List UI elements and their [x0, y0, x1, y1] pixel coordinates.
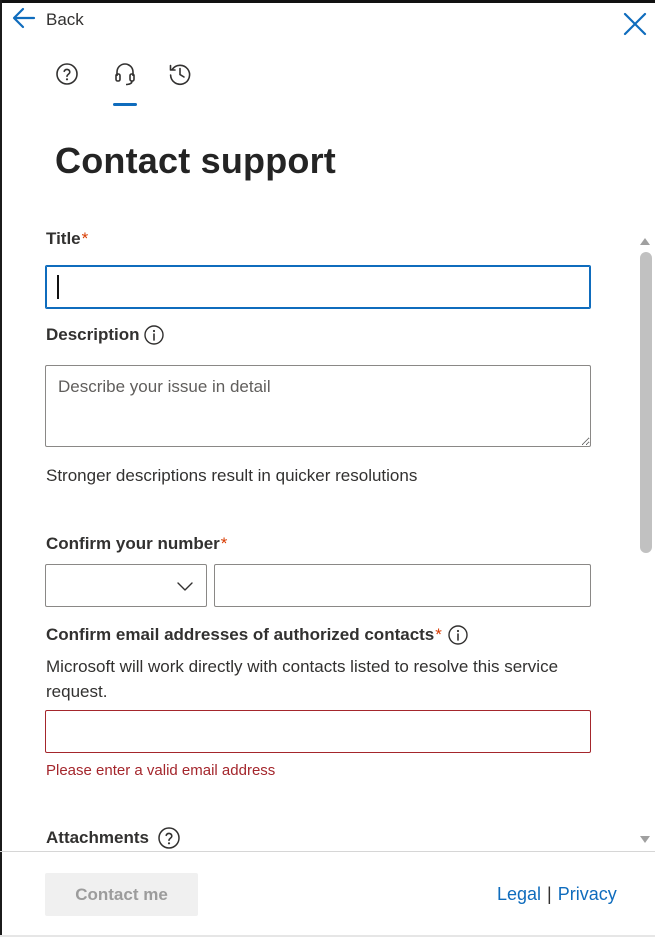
info-icon[interactable]: [448, 625, 468, 645]
required-marker: *: [220, 534, 228, 553]
description-label: Description: [46, 325, 164, 345]
tab-help[interactable]: [53, 62, 81, 90]
link-separator: |: [547, 884, 552, 904]
footer-divider: [0, 851, 655, 852]
scrollbar-thumb[interactable]: [640, 252, 652, 553]
page-title: Contact support: [55, 140, 336, 181]
text-cursor: [57, 275, 59, 299]
email-input[interactable]: [45, 710, 591, 753]
tab-history[interactable]: [166, 62, 194, 90]
headset-icon: [113, 61, 137, 92]
email-helper-text: Microsoft will work directly with contac…: [46, 657, 559, 701]
country-code-dropdown[interactable]: [45, 564, 207, 607]
contact-me-button[interactable]: Contact me: [45, 873, 198, 916]
info-icon[interactable]: [143, 325, 164, 345]
title-label-text: Title: [46, 229, 81, 248]
window-top-border: [0, 0, 655, 3]
description-textarea[interactable]: [45, 365, 591, 447]
active-tab-indicator: [113, 103, 137, 106]
footer-links: Legal | Privacy: [497, 884, 617, 905]
close-button[interactable]: [620, 9, 650, 39]
email-label-text: Confirm email addresses of authorized co…: [46, 625, 435, 644]
tab-contact-support[interactable]: [111, 62, 139, 90]
arrow-left-icon: [12, 7, 36, 34]
back-label: Back: [46, 10, 84, 29]
help-question-icon: [55, 62, 79, 91]
email-error-message: Please enter a valid email address: [46, 762, 276, 779]
attachments-label-text: Attachments: [46, 828, 149, 847]
scroll-up-arrow[interactable]: [639, 233, 651, 245]
legal-link[interactable]: Legal: [497, 884, 541, 905]
history-icon: [167, 61, 193, 92]
title-input[interactable]: [45, 265, 591, 309]
email-label: Confirm email addresses of authorized co…: [46, 625, 468, 645]
chevron-down-icon: [176, 577, 194, 600]
required-marker: *: [81, 229, 89, 248]
attachments-label: Attachments: [46, 826, 181, 850]
help-question-icon[interactable]: [157, 826, 181, 850]
scroll-down-arrow[interactable]: [639, 832, 651, 843]
title-label: Title *: [46, 229, 88, 249]
window-left-border: [0, 0, 2, 937]
description-label-text: Description: [46, 325, 140, 344]
privacy-link[interactable]: Privacy: [558, 884, 617, 905]
phone-number-input[interactable]: [214, 564, 591, 607]
phone-label-text: Confirm your number: [46, 534, 220, 553]
close-icon: [620, 12, 650, 43]
back-button[interactable]: Back: [12, 7, 84, 33]
required-marker: *: [435, 625, 442, 644]
description-helper-text: Stronger descriptions result in quicker …: [46, 466, 418, 485]
phone-label: Confirm your number *: [46, 534, 227, 554]
